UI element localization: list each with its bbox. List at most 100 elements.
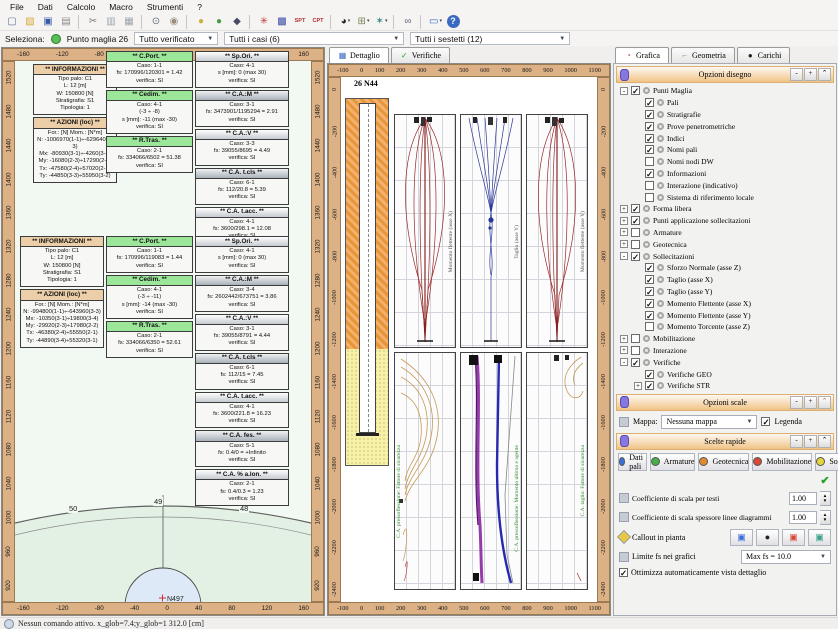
scala-linee-input[interactable]: 1.00 [789, 511, 817, 524]
expander-icon[interactable]: + [620, 335, 628, 343]
save-icon[interactable]: ▣ [40, 14, 57, 29]
separator[interactable] [420, 15, 424, 29]
layer-checkbox[interactable] [631, 358, 640, 367]
cut-icon[interactable]: ✂ [85, 14, 102, 29]
expander-icon[interactable]: + [620, 205, 628, 213]
collapse-button[interactable]: ⌃ [818, 396, 831, 409]
callout-mode-sphere-button[interactable]: ● [756, 529, 779, 546]
layer-checkbox[interactable] [631, 216, 640, 225]
menu-item[interactable]: File [3, 2, 31, 12]
layer-checkbox[interactable] [631, 86, 640, 95]
separator[interactable] [330, 15, 334, 29]
tree-item[interactable]: Momento Torcente (asse Z) [634, 321, 834, 333]
limite-dropdown[interactable]: Max fs = 10.0▼ [741, 550, 831, 564]
tree-item[interactable]: + Armature [620, 227, 834, 239]
attachment-icon[interactable]: ⊙ [148, 14, 165, 29]
quick-button[interactable]: Armature [650, 453, 696, 471]
collapse-button[interactable]: ⌃ [818, 435, 831, 448]
layer-checkbox[interactable] [645, 287, 654, 296]
layer-checkbox[interactable] [645, 145, 654, 154]
spinner-arrows[interactable]: ▲▼ [820, 491, 831, 506]
expander-icon[interactable] [634, 264, 642, 272]
tab-dettaglio[interactable]: ▦Dettaglio [329, 47, 389, 63]
tree-item[interactable]: Indici [634, 132, 834, 144]
grow-button[interactable]: + [804, 68, 817, 81]
detail-canvas[interactable]: -100010020030040050060070080090010001100… [327, 63, 611, 616]
layer-checkbox[interactable] [645, 370, 654, 379]
layer-checkbox[interactable] [645, 311, 654, 320]
separator[interactable] [249, 15, 253, 29]
tree-item[interactable]: + Forma libera [620, 203, 834, 215]
expander-icon[interactable] [634, 299, 642, 307]
menu-item[interactable]: Calcolo [60, 2, 102, 12]
expander-icon[interactable]: - [620, 87, 628, 95]
render-menu-icon[interactable]: ◕▾ [337, 14, 354, 29]
tree-item[interactable]: - Sollecitazioni [620, 250, 834, 262]
quick-button[interactable]: Sollecitazioni [815, 453, 838, 471]
expander-icon[interactable]: - [620, 358, 628, 366]
expander-icon[interactable]: + [634, 382, 642, 390]
spinner-arrows[interactable]: ▲▼ [820, 510, 831, 525]
window-menu-icon[interactable]: ▭▾ [427, 14, 444, 29]
tree-item[interactable]: Pali [634, 97, 834, 109]
expander-icon[interactable] [634, 193, 642, 201]
separator[interactable] [141, 15, 145, 29]
tab-grafica[interactable]: ◔Grafica [615, 47, 669, 63]
copy-icon[interactable]: ▥ [103, 14, 120, 29]
help-icon[interactable]: ? [447, 15, 460, 28]
separator[interactable] [186, 15, 190, 29]
collapse-button[interactable]: ⌃ [818, 68, 831, 81]
tree-item[interactable]: Nomi nodi DW [634, 156, 834, 168]
layer-checkbox[interactable] [631, 204, 640, 213]
layer-checkbox[interactable] [631, 334, 640, 343]
tree-item[interactable]: + Verifiche STR [634, 380, 834, 392]
target-icon[interactable]: ◉ [166, 14, 183, 29]
quick-button[interactable]: Dati pali [618, 453, 647, 471]
layer-checkbox[interactable] [631, 346, 640, 355]
expander-icon[interactable] [634, 99, 642, 107]
menu-item[interactable]: Dati [31, 2, 60, 12]
tab-carichi[interactable]: ●Carichi [737, 47, 791, 63]
grow-button[interactable]: + [804, 396, 817, 409]
expander-icon[interactable]: + [620, 240, 628, 248]
tree-item[interactable]: Verifiche GEO [634, 368, 834, 380]
cases-dropdown[interactable]: Tutti i casi (6)▼ [224, 32, 404, 45]
tab-verifiche[interactable]: ✓Verifiche [391, 47, 450, 63]
tree-item[interactable]: Taglio (asse X) [634, 274, 834, 286]
add-user-icon[interactable]: ● [211, 14, 228, 29]
link-icon[interactable]: ∞ [400, 14, 417, 29]
layer-checkbox[interactable] [645, 263, 654, 272]
callout-mode-cubes-button[interactable]: ▣ [730, 529, 753, 546]
expander-icon[interactable] [634, 169, 642, 177]
grid-menu-icon[interactable]: ⊞▾ [355, 14, 372, 29]
layer-checkbox[interactable] [645, 98, 654, 107]
expander-icon[interactable] [634, 181, 642, 189]
expander-icon[interactable] [634, 370, 642, 378]
menu-item[interactable]: Macro [102, 2, 140, 12]
print-icon[interactable]: ▤ [58, 14, 75, 29]
tree-item[interactable]: - Verifiche [620, 356, 834, 368]
network-icon[interactable]: ✳ [256, 14, 273, 29]
layer-checkbox[interactable] [645, 122, 654, 131]
quick-button[interactable]: Mobilitazione [752, 453, 812, 471]
menu-item[interactable]: Strumenti [140, 2, 190, 12]
tab-geometria[interactable]: ⌐Geometria [671, 47, 735, 63]
cpt-icon[interactable]: CPT [310, 14, 327, 29]
verified-filter-dropdown[interactable]: Tutto verificato▼ [134, 32, 218, 45]
user-group-icon[interactable]: ◆ [229, 14, 246, 29]
grow-button[interactable]: + [804, 435, 817, 448]
callout-mode-teal-button[interactable]: ▣ [808, 529, 831, 546]
scala-testi-input[interactable]: 1.00 [789, 492, 817, 505]
expander-icon[interactable] [634, 323, 642, 331]
tree-item[interactable]: + Interazione [620, 345, 834, 357]
expander-icon[interactable] [634, 122, 642, 130]
expander-icon[interactable]: + [620, 228, 628, 236]
tree-item[interactable]: Prove penetrometriche [634, 120, 834, 132]
tree-item[interactable]: Taglio (asse Y) [634, 286, 834, 298]
tree-item[interactable]: Momento Flettente (asse Y) [634, 309, 834, 321]
mappa-dropdown[interactable]: Nessuna mappa▼ [661, 415, 757, 429]
tree-item[interactable]: Stratigrafie [634, 109, 834, 121]
layer-checkbox[interactable] [631, 240, 640, 249]
shrink-button[interactable]: - [790, 435, 803, 448]
expander-icon[interactable] [634, 146, 642, 154]
